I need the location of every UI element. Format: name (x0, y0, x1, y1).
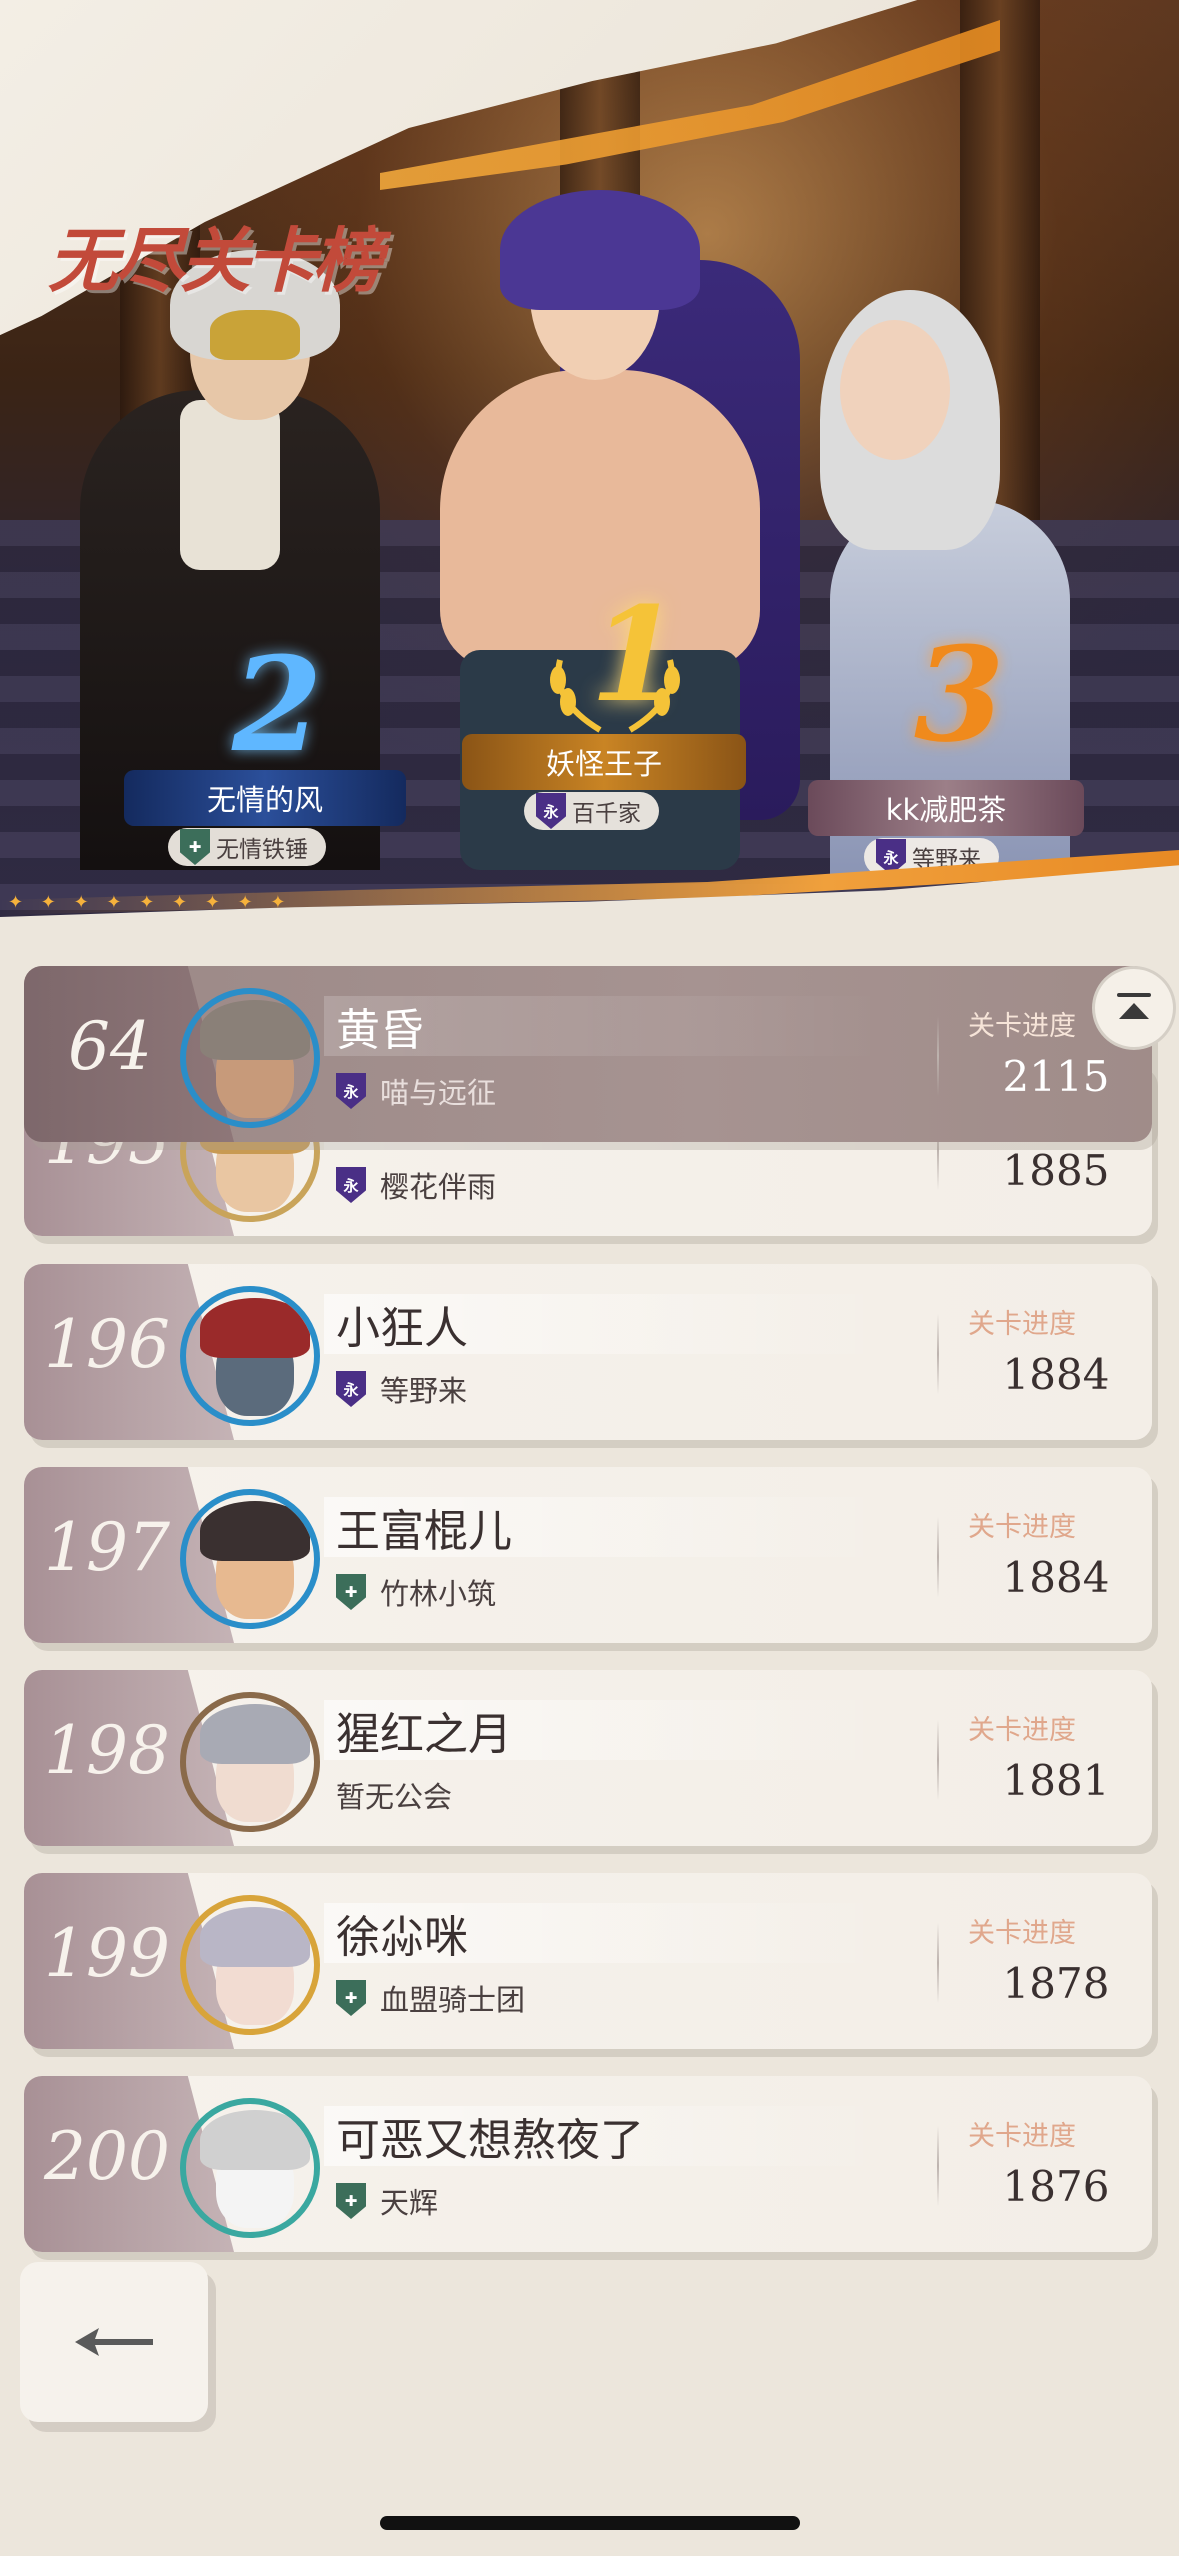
avatar[interactable] (180, 1489, 320, 1629)
player-guild: 永 樱花伴雨 (336, 1164, 496, 1206)
progress-value: 1884 (1002, 1553, 1110, 1602)
guild-emblem-icon: ✚ (180, 829, 210, 865)
guild-emblem-icon: 永 (536, 793, 566, 829)
guild-name: 竹林小筑 (380, 1577, 497, 1611)
leaderboard-row[interactable]: 196 小狂人 永 等野来 关卡进度 1884 (24, 1264, 1152, 1440)
player-name: 可恶又想熬夜了 (336, 2115, 644, 2166)
row-divider (937, 1314, 939, 1394)
my-rank-row[interactable]: 64 黄昏 永 喵与远征 关卡进度 2115 (24, 966, 1152, 1142)
podium-name-2[interactable]: 无情的风 (124, 770, 406, 826)
player-name: 徐尛咪 (336, 1912, 468, 1963)
guild-emblem-icon: ✚ (336, 1980, 366, 2016)
progress-value: 1876 (1002, 2162, 1110, 2211)
leaderboard-hero: 无尽关卡榜 2 1 3 无情的风 妖怪王子 kk减肥茶 ✚ 无情铁锤 永 百千家… (0, 0, 1179, 935)
guild-emblem-icon: 永 (336, 1167, 366, 1203)
player-name: 王富棍儿 (336, 1506, 512, 1557)
avatar[interactable] (180, 1895, 320, 2035)
progress-label: 关卡进度 (968, 2121, 1076, 2152)
row-divider (937, 1923, 939, 2003)
podium-guild-label: 百千家 (572, 801, 641, 827)
back-arrow-icon (75, 2328, 153, 2356)
progress-label: 关卡进度 (968, 1512, 1076, 1543)
player-guild: 暂无公会 (336, 1774, 452, 1816)
podium-name-1[interactable]: 妖怪王子 (462, 734, 746, 790)
podium-guild-label: 无情铁锤 (216, 837, 308, 863)
progress-label: 关卡进度 (968, 1715, 1076, 1746)
podium-guild-1: 永 百千家 (524, 792, 659, 830)
avatar[interactable] (180, 1286, 320, 1426)
player-guild: ✚ 天辉 (336, 2180, 438, 2222)
leaderboard-row[interactable]: 198 猩红之月 暂无公会 关卡进度 1881 (24, 1670, 1152, 1846)
row-divider (937, 1016, 939, 1096)
player-name: 黄昏 (336, 1005, 424, 1056)
progress-value: 1884 (1002, 1350, 1110, 1399)
podium-name-3[interactable]: kk减肥茶 (808, 780, 1084, 836)
progress-label: 关卡进度 (968, 1918, 1076, 1949)
player-name: 猩红之月 (336, 1709, 512, 1760)
place-number-2: 2 (232, 628, 323, 781)
home-indicator[interactable] (380, 2516, 800, 2530)
guild-name: 暂无公会 (336, 1780, 453, 1814)
leaderboard-row[interactable]: 197 王富棍儿 ✚ 竹林小筑 关卡进度 1884 (24, 1467, 1152, 1643)
player-guild: 永 等野来 (336, 1368, 467, 1410)
place-number-3: 3 (914, 618, 1005, 771)
guild-name: 喵与远征 (380, 1076, 497, 1110)
progress-value: 1878 (1002, 1959, 1110, 2008)
guild-name: 血盟骑士团 (380, 1983, 526, 2017)
guild-name: 天辉 (380, 2186, 439, 2220)
player-guild: ✚ 竹林小筑 (336, 1571, 496, 1613)
progress-label: 关卡进度 (968, 1309, 1076, 1340)
progress-value: 1881 (1002, 1756, 1110, 1805)
guild-name: 樱花伴雨 (380, 1170, 497, 1204)
leaderboard-row[interactable]: 200 可恶又想熬夜了 ✚ 天辉 关卡进度 1876 (24, 2076, 1152, 2252)
guild-emblem-icon: ✚ (336, 2183, 366, 2219)
leaderboard-row[interactable]: 199 徐尛咪 ✚ 血盟骑士团 关卡进度 1878 (24, 1873, 1152, 2049)
guild-name: 等野来 (380, 1374, 468, 1408)
avatar[interactable] (180, 1692, 320, 1832)
player-guild: ✚ 血盟骑士团 (336, 1977, 525, 2019)
page-title: 无尽关卡榜 (48, 219, 382, 302)
progress-value: 1885 (1002, 1146, 1110, 1195)
scroll-to-top-icon (1117, 993, 1151, 1019)
row-divider (937, 1517, 939, 1597)
player-guild: 永 喵与远征 (336, 1070, 496, 1112)
row-divider (937, 1720, 939, 1800)
avatar[interactable] (180, 2098, 320, 2238)
laurel-icon (550, 659, 680, 733)
back-button[interactable] (20, 2262, 208, 2422)
progress-label: 关卡进度 (968, 1011, 1076, 1042)
avatar[interactable] (180, 988, 320, 1128)
guild-emblem-icon: 永 (336, 1371, 366, 1407)
guild-emblem-icon: ✚ (336, 1574, 366, 1610)
podium-guild-2: ✚ 无情铁锤 (168, 828, 326, 866)
scroll-to-top-button[interactable] (1092, 966, 1176, 1050)
guild-emblem-icon: 永 (336, 1073, 366, 1109)
player-name: 小狂人 (336, 1303, 468, 1354)
row-divider (937, 2126, 939, 2206)
sparkle-icon: ✦ ✦ ✦ ✦ ✦ ✦ ✦ ✦ ✦ (8, 892, 292, 913)
progress-value: 2115 (1002, 1052, 1110, 1101)
